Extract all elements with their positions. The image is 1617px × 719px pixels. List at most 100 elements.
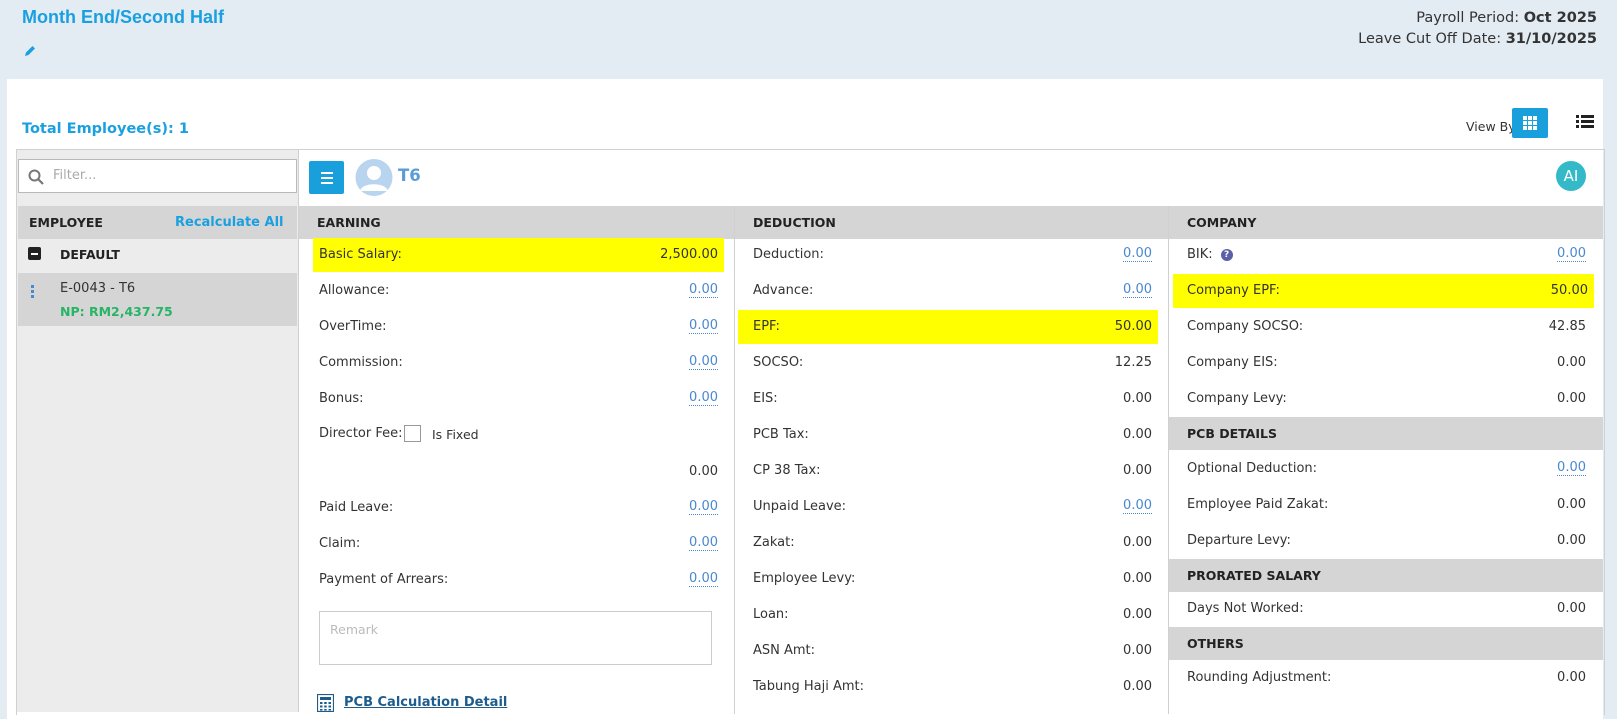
is-fixed-label: Is Fixed bbox=[432, 427, 479, 442]
paid-leave-value-link[interactable]: 0.00 bbox=[689, 500, 718, 515]
eis-value: 0.00 bbox=[1123, 391, 1152, 406]
row-label: OverTime: bbox=[319, 319, 387, 334]
asn-amt-value: 0.00 bbox=[1123, 643, 1152, 658]
deduction-row: EPF: 50.00 bbox=[738, 310, 1158, 344]
filter-input[interactable]: Filter... bbox=[18, 159, 297, 193]
employee-levy-value: 0.00 bbox=[1123, 571, 1152, 586]
collapse-icon[interactable] bbox=[28, 247, 41, 260]
list-view-icon[interactable] bbox=[1576, 114, 1594, 130]
company-row: Employee Paid Zakat: 0.00 bbox=[1181, 488, 1592, 522]
row-label: EPF: bbox=[753, 319, 780, 334]
deduction-row: Unpaid Leave: 0.00 bbox=[747, 490, 1158, 524]
commission-value-link[interactable]: 0.00 bbox=[689, 355, 718, 370]
socso-value: 12.25 bbox=[1114, 355, 1152, 370]
company-header: COMPANY bbox=[1169, 206, 1603, 239]
more-options-icon[interactable] bbox=[31, 285, 34, 300]
calculator-icon bbox=[317, 694, 334, 712]
row-label: Days Not Worked: bbox=[1187, 601, 1304, 616]
row-label: Company EPF: bbox=[1187, 283, 1280, 298]
menu-button[interactable] bbox=[309, 161, 344, 194]
deduction-value-link[interactable]: 0.00 bbox=[1123, 247, 1152, 262]
pencil-icon[interactable] bbox=[23, 44, 37, 58]
employee-list-header: EMPLOYEE Recalculate All bbox=[18, 206, 297, 239]
company-row: Company EIS: 0.00 bbox=[1181, 346, 1592, 380]
director-fee-value: 0.00 bbox=[689, 464, 718, 479]
row-label: SOCSO: bbox=[753, 355, 804, 370]
row-label: CP 38 Tax: bbox=[753, 463, 821, 478]
pcb-calculation-link[interactable]: PCB Calculation Detail bbox=[344, 695, 507, 710]
row-label: Advance: bbox=[753, 283, 814, 298]
deduction-title: DEDUCTION bbox=[753, 215, 836, 230]
deduction-row: EIS: 0.00 bbox=[747, 382, 1158, 416]
others-header: OTHERS bbox=[1169, 627, 1603, 660]
departure-levy-value: 0.00 bbox=[1557, 533, 1586, 548]
tabung-haji-value: 0.00 bbox=[1123, 679, 1152, 694]
deduction-row: PCB Tax: 0.00 bbox=[747, 418, 1158, 452]
employee-header-label: EMPLOYEE bbox=[29, 215, 103, 230]
grid-view-button[interactable] bbox=[1512, 108, 1548, 138]
row-label: Deduction: bbox=[753, 247, 824, 262]
leave-cutoff-label: Leave Cut Off Date: bbox=[1358, 31, 1506, 47]
help-icon[interactable]: ? bbox=[1220, 249, 1233, 261]
employee-paid-zakat-value: 0.00 bbox=[1557, 497, 1586, 512]
row-label: Tabung Haji Amt: bbox=[753, 679, 865, 694]
row-label: EIS: bbox=[753, 391, 778, 406]
prorated-salary-title: PRORATED SALARY bbox=[1187, 568, 1321, 583]
company-row: BIK:? 0.00 bbox=[1181, 238, 1592, 272]
row-label: Optional Deduction: bbox=[1187, 461, 1318, 476]
ai-assistant-button[interactable]: AI bbox=[1556, 161, 1586, 191]
row-label: Company SOCSO: bbox=[1187, 319, 1304, 334]
employee-list-item[interactable]: E-0043 - T6 NP: RM2,437.75 bbox=[18, 273, 297, 326]
row-label: Bonus: bbox=[319, 391, 364, 406]
row-label: ASN Amt: bbox=[753, 643, 816, 658]
earning-row: OverTime: 0.00 bbox=[313, 310, 724, 344]
bonus-value-link[interactable]: 0.00 bbox=[689, 391, 718, 406]
company-levy-value: 0.00 bbox=[1557, 391, 1586, 406]
payroll-info: Payroll Period: Oct 2025 Leave Cut Off D… bbox=[1358, 8, 1597, 50]
row-label: Claim: bbox=[319, 536, 361, 551]
remark-textarea[interactable]: Remark bbox=[319, 611, 712, 665]
advance-value-link[interactable]: 0.00 bbox=[1123, 283, 1152, 298]
allowance-value-link[interactable]: 0.00 bbox=[689, 283, 718, 298]
row-label: Departure Levy: bbox=[1187, 533, 1291, 548]
payroll-period-label: Payroll Period: bbox=[1416, 10, 1524, 26]
recalculate-all-link[interactable]: Recalculate All bbox=[175, 215, 283, 230]
employee-id: E-0043 - T6 bbox=[60, 281, 136, 296]
company-row: Optional Deduction: 0.00 bbox=[1181, 452, 1592, 486]
earning-row: Claim: 0.00 bbox=[313, 527, 724, 561]
payroll-period-value: Oct 2025 bbox=[1523, 10, 1597, 26]
company-eis-value: 0.00 bbox=[1557, 355, 1586, 370]
earning-row: Bonus: 0.00 bbox=[313, 382, 724, 416]
is-fixed-checkbox[interactable] bbox=[404, 425, 421, 442]
company-epf-value: 50.00 bbox=[1550, 283, 1588, 298]
row-label: Company EIS: bbox=[1187, 355, 1278, 370]
optional-deduction-link[interactable]: 0.00 bbox=[1557, 461, 1586, 476]
earning-row: Basic Salary: 2,500.00 bbox=[313, 238, 724, 272]
deduction-row: SOCSO: 12.25 bbox=[747, 346, 1158, 380]
basic-salary-value: 2,500.00 bbox=[660, 247, 718, 262]
group-default[interactable]: DEFAULT bbox=[18, 239, 297, 273]
row-label: Zakat: bbox=[753, 535, 795, 550]
row-label: Employee Levy: bbox=[753, 571, 856, 586]
remark-placeholder: Remark bbox=[330, 622, 379, 637]
pcb-details-header: PCB DETAILS bbox=[1169, 417, 1603, 450]
company-title: COMPANY bbox=[1187, 215, 1257, 230]
claim-value-link[interactable]: 0.00 bbox=[689, 536, 718, 551]
row-label: Allowance: bbox=[319, 283, 390, 298]
company-socso-value: 42.85 bbox=[1548, 319, 1586, 334]
deduction-row: Zakat: 0.00 bbox=[747, 526, 1158, 560]
row-label: Payment of Arrears: bbox=[319, 572, 449, 587]
zakat-value: 0.00 bbox=[1123, 535, 1152, 550]
arrears-value-link[interactable]: 0.00 bbox=[689, 572, 718, 587]
overtime-value-link[interactable]: 0.00 bbox=[689, 319, 718, 334]
bik-value-link[interactable]: 0.00 bbox=[1557, 247, 1586, 262]
row-label: Company Levy: bbox=[1187, 391, 1287, 406]
earning-header: EARNING bbox=[299, 206, 734, 239]
rounding-adjustment-value: 0.00 bbox=[1557, 670, 1586, 685]
director-fee-label: Director Fee: bbox=[319, 426, 403, 441]
company-row: Departure Levy: 0.00 bbox=[1181, 524, 1592, 558]
unpaid-leave-value-link[interactable]: 0.00 bbox=[1123, 499, 1152, 514]
row-label: Basic Salary: bbox=[319, 247, 402, 262]
deduction-row: Loan: 0.00 bbox=[747, 598, 1158, 632]
row-label: Loan: bbox=[753, 607, 789, 622]
